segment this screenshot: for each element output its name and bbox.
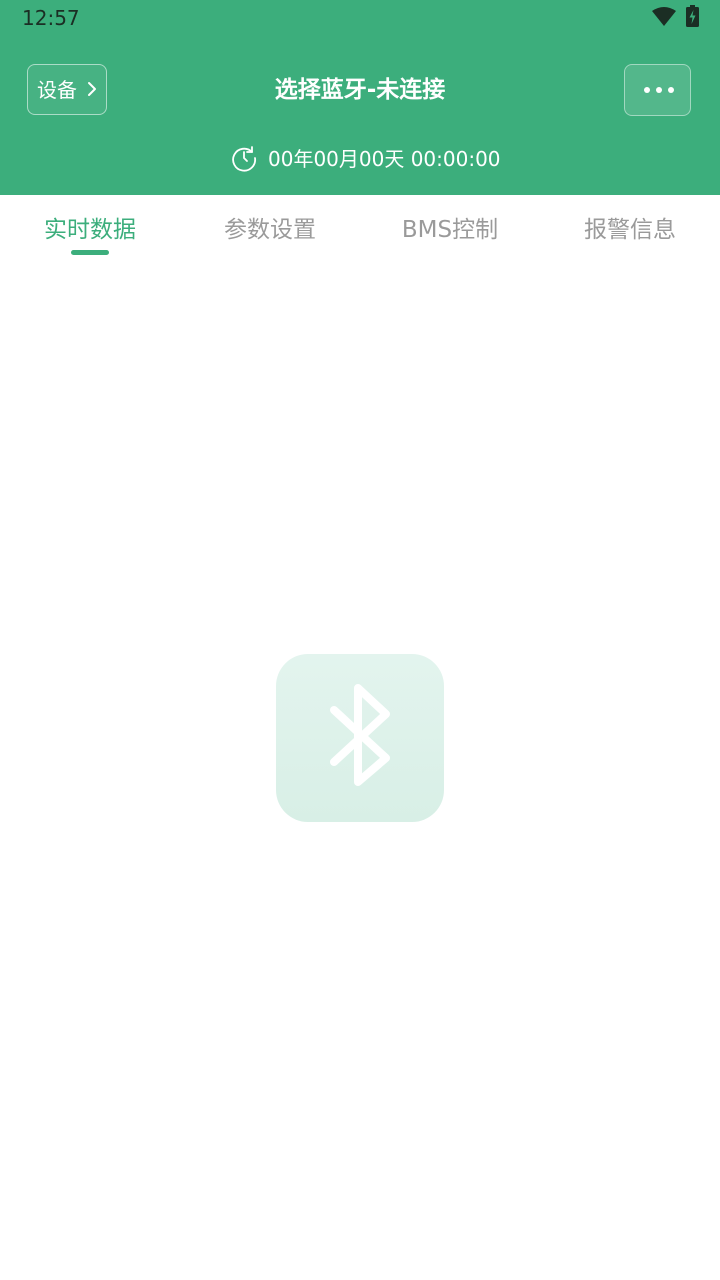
bluetooth-connect-button[interactable] [276, 654, 444, 822]
tab-parameter-settings[interactable]: 参数设置 [180, 213, 360, 247]
bluetooth-icon [330, 684, 390, 786]
chevron-right-icon [88, 82, 96, 96]
page-title: 选择蓝牙-未连接 [274, 77, 446, 103]
wifi-icon [652, 7, 676, 26]
tab-bms-control[interactable]: BMS控制 [360, 213, 540, 247]
header: 12:57 设备 选择蓝牙-未连接 00年00月00天 00:00:00 [0, 0, 720, 195]
more-dots-icon [644, 87, 674, 93]
active-tab-indicator [71, 250, 109, 255]
tab-bar: 实时数据 参数设置 BMS控制 报警信息 [0, 197, 720, 261]
status-time: 12:57 [22, 6, 80, 30]
tab-alarm-info[interactable]: 报警信息 [540, 213, 720, 247]
device-button-label: 设备 [37, 78, 77, 102]
battery-icon [686, 5, 699, 27]
device-datetime: 00年00月00天 00:00:00 [268, 147, 501, 171]
more-options-button[interactable] [624, 64, 691, 116]
device-time-row: 00年00月00天 00:00:00 [0, 142, 720, 176]
clock-sync-icon [232, 146, 256, 172]
app-screen: 12:57 设备 选择蓝牙-未连接 00年00月00天 00:00:00 实时数… [0, 0, 720, 1280]
device-button[interactable]: 设备 [27, 64, 107, 115]
status-bar: 12:57 [0, 0, 720, 38]
tab-realtime-data[interactable]: 实时数据 [0, 213, 180, 247]
